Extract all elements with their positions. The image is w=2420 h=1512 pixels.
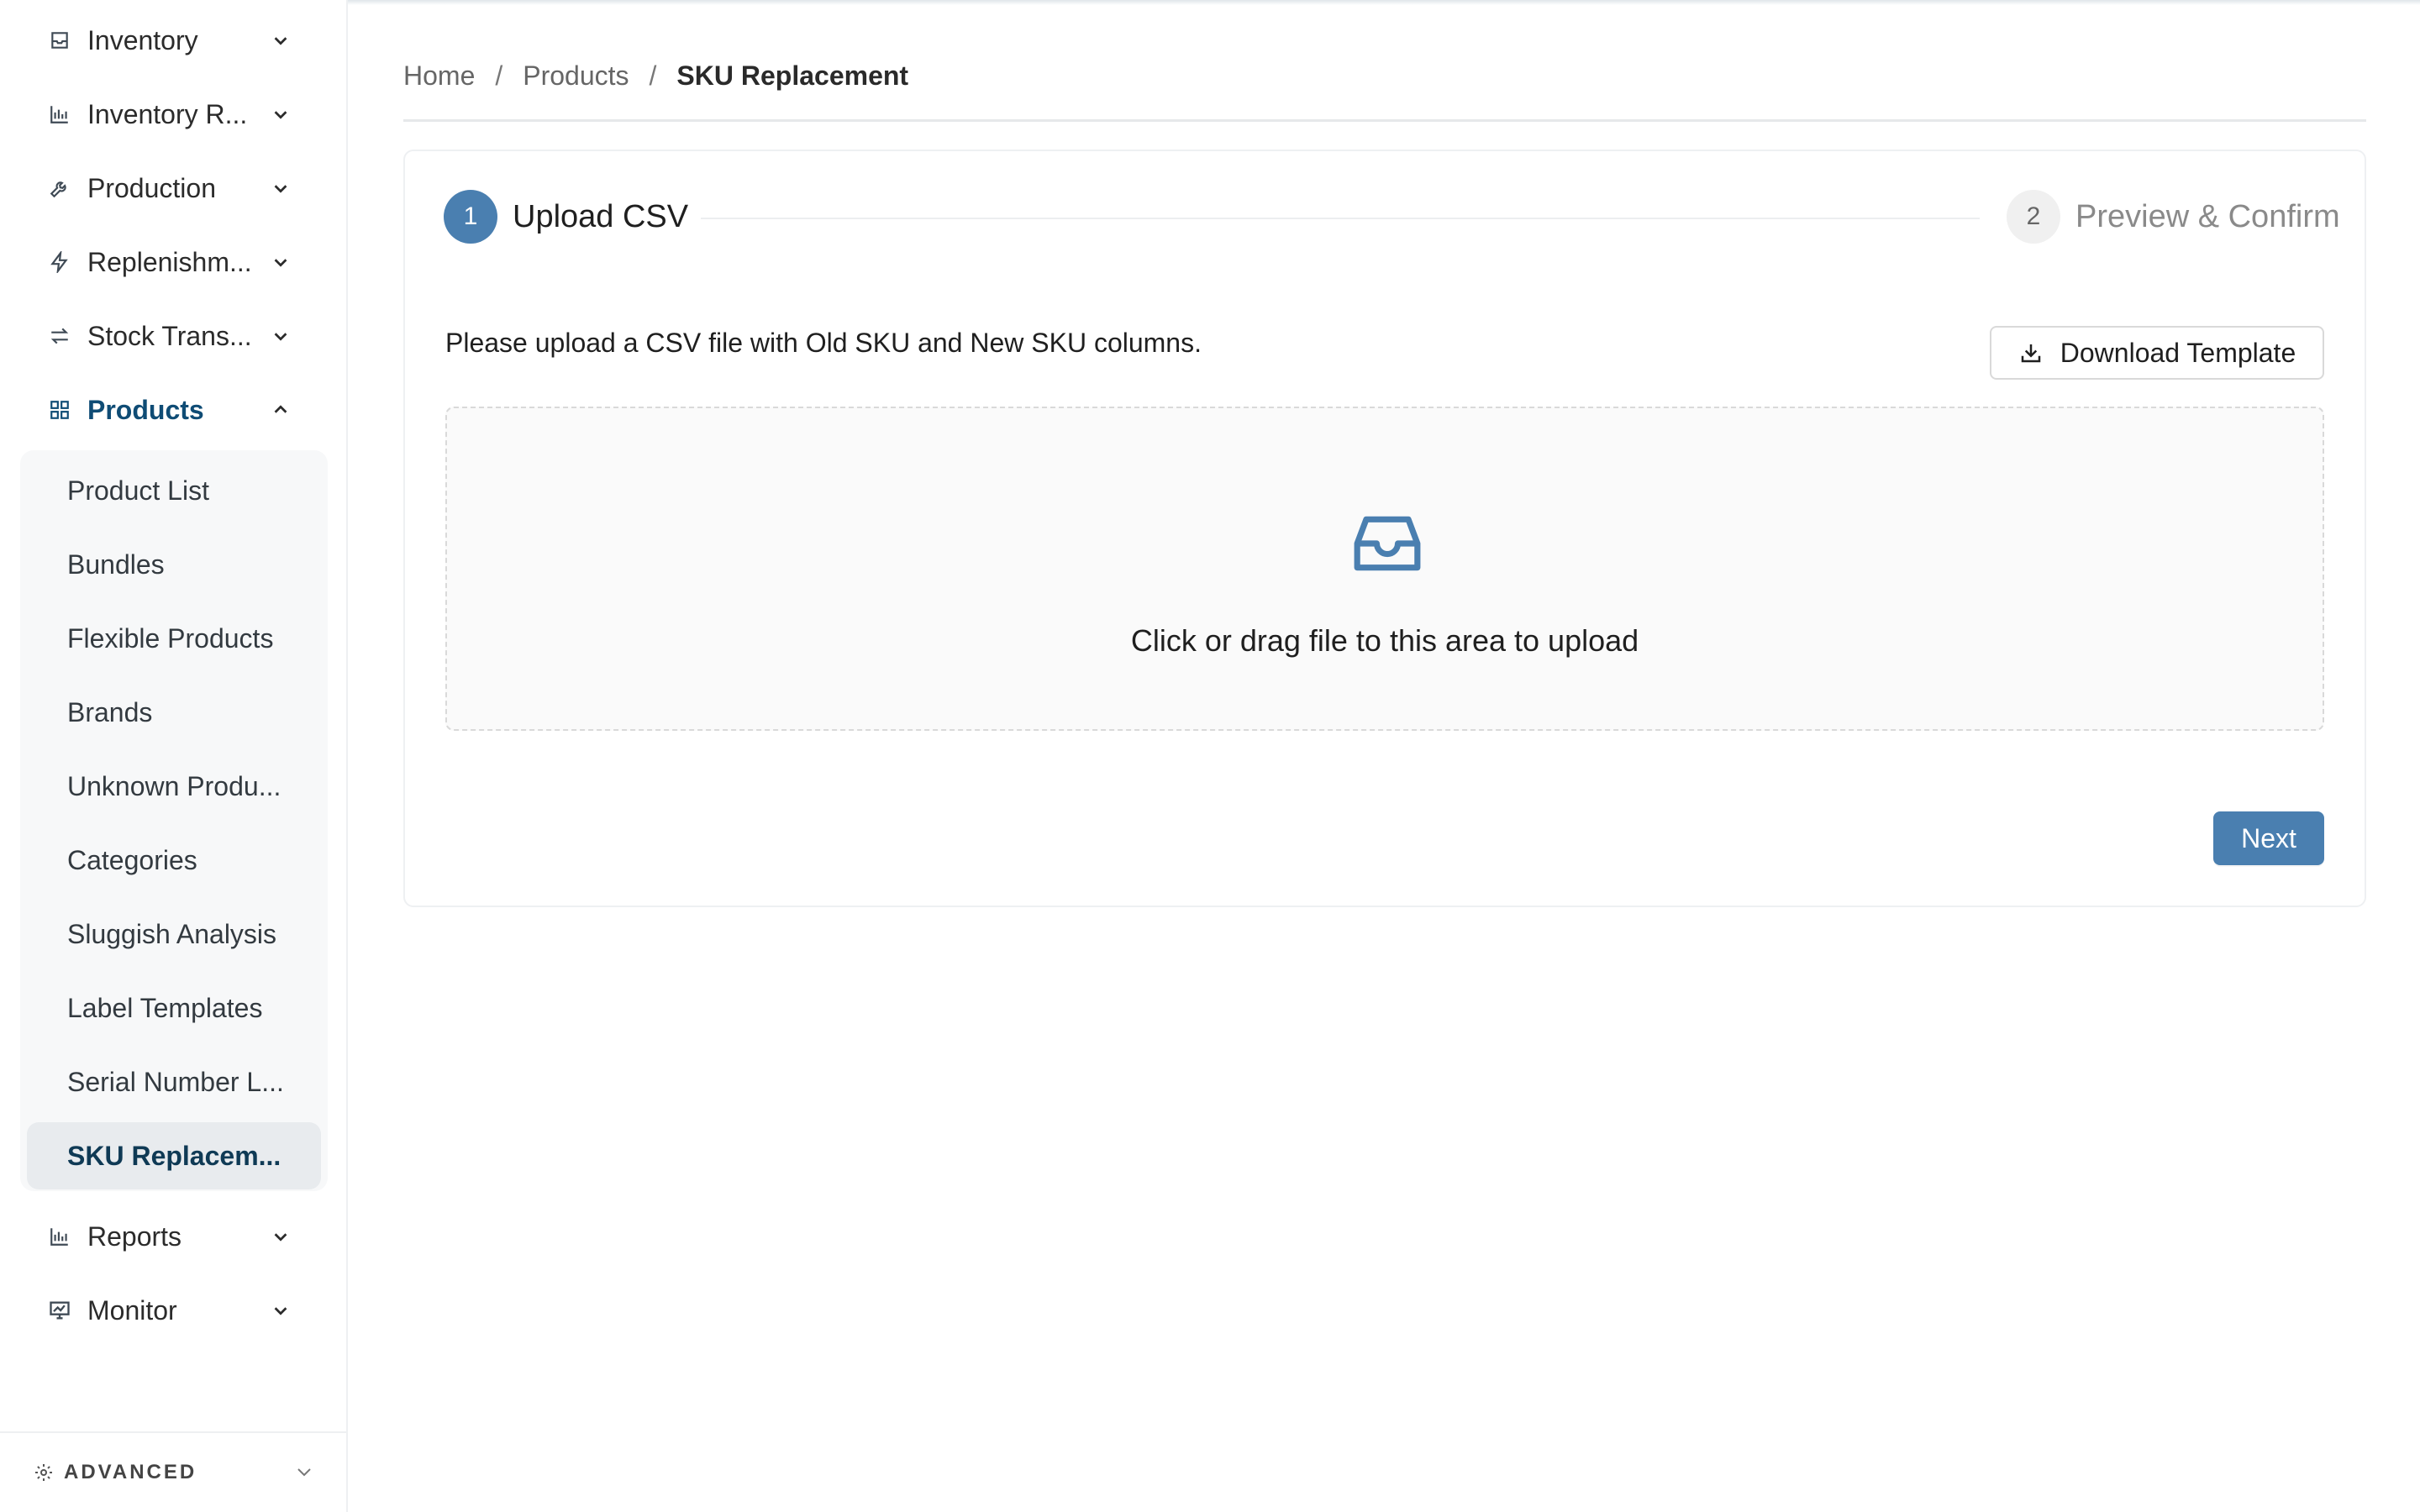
dropzone-text: Click or drag file to this area to uploa… bbox=[1130, 623, 1639, 658]
step-connector bbox=[701, 218, 1980, 219]
sidebar-item-brands[interactable]: Brands bbox=[47, 679, 324, 746]
swap-icon bbox=[47, 323, 72, 349]
chevron-down-icon bbox=[267, 101, 294, 128]
step-upload-csv: 1 Upload CSV bbox=[444, 190, 688, 244]
chevron-down-icon bbox=[294, 1462, 314, 1486]
chevron-down-icon bbox=[267, 175, 294, 202]
sidebar-item-unknown-products[interactable]: Unknown Produ... bbox=[47, 753, 324, 820]
nav-item-label: Reports bbox=[87, 1221, 182, 1252]
file-upload-dropzone[interactable]: Click or drag file to this area to uploa… bbox=[445, 407, 2324, 731]
lightning-icon bbox=[47, 249, 72, 275]
monitor-chart-icon bbox=[47, 1298, 72, 1323]
tool-icon bbox=[47, 176, 72, 201]
download-template-button[interactable]: Download Template bbox=[1990, 326, 2324, 380]
nav-item-label: Production bbox=[87, 172, 216, 203]
nav-item-stock-transfer[interactable]: Stock Trans... bbox=[0, 299, 348, 373]
nav-item-products[interactable]: Products bbox=[0, 373, 348, 447]
advanced-label: ADVANCED bbox=[64, 1461, 197, 1483]
gear-icon bbox=[34, 1462, 55, 1483]
step-number: 1 bbox=[444, 190, 497, 244]
download-icon bbox=[2018, 339, 2047, 367]
upload-instructions: Please upload a CSV file with Old SKU an… bbox=[445, 328, 1202, 358]
sidebar-item-serial-number[interactable]: Serial Number L... bbox=[47, 1048, 324, 1116]
nav-item-label: Stock Trans... bbox=[87, 320, 252, 351]
step-title: Preview & Confirm bbox=[2075, 198, 2340, 234]
sidebar-item-product-list[interactable]: Product List bbox=[47, 457, 324, 524]
sidebar-item-label-templates[interactable]: Label Templates bbox=[47, 974, 324, 1042]
chevron-down-icon bbox=[267, 1223, 294, 1250]
nav-item-label: Inventory bbox=[87, 24, 198, 55]
sidebar-item-categories[interactable]: Categories bbox=[47, 827, 324, 894]
download-template-label: Download Template bbox=[2060, 337, 2296, 368]
nav-item-inventory[interactable]: Inventory bbox=[0, 3, 348, 77]
chevron-down-icon bbox=[267, 249, 294, 276]
nav-item-reports[interactable]: Reports bbox=[0, 1200, 348, 1273]
sidebar-item-sku-replacement[interactable]: SKU Replacem... bbox=[27, 1122, 321, 1189]
bar-chart-icon bbox=[47, 1224, 72, 1249]
breadcrumb: Home / Products / SKU Replacement bbox=[403, 57, 908, 94]
inbox-icon bbox=[47, 28, 72, 53]
nav-item-label: Inventory R... bbox=[87, 98, 248, 129]
step-preview-confirm: 2 Preview & Confirm bbox=[2007, 190, 2340, 244]
nav-item-label: Products bbox=[87, 394, 204, 425]
bar-chart-icon bbox=[47, 102, 72, 127]
inbox-icon bbox=[1351, 507, 1423, 580]
breadcrumb-separator: / bbox=[495, 60, 503, 91]
next-button[interactable]: Next bbox=[2213, 811, 2324, 865]
sidebar-item-bundles[interactable]: Bundles bbox=[47, 531, 324, 598]
breadcrumb-current: SKU Replacement bbox=[676, 60, 909, 91]
chevron-up-icon bbox=[267, 396, 294, 423]
breadcrumb-separator: / bbox=[649, 60, 657, 91]
nav-item-production[interactable]: Production bbox=[0, 151, 348, 225]
divider bbox=[403, 119, 2366, 122]
sidebar: Inventory Inventory R... Production Repl… bbox=[0, 0, 348, 1512]
advanced-section-toggle[interactable]: ADVANCED bbox=[0, 1431, 348, 1512]
breadcrumb-products[interactable]: Products bbox=[523, 60, 629, 92]
step-title: Upload CSV bbox=[513, 198, 689, 234]
sidebar-item-flexible-products[interactable]: Flexible Products bbox=[47, 605, 324, 672]
chevron-down-icon bbox=[267, 27, 294, 54]
sidebar-item-sluggish-analysis[interactable]: Sluggish Analysis bbox=[47, 900, 324, 968]
header-shadow bbox=[348, 0, 2420, 5]
nav-item-label: Replenishm... bbox=[87, 246, 252, 277]
nav-item-label: Monitor bbox=[87, 1294, 177, 1326]
nav-item-inventory-reports[interactable]: Inventory R... bbox=[0, 77, 348, 151]
nav-item-replenishment[interactable]: Replenishm... bbox=[0, 225, 348, 299]
nav-item-monitor[interactable]: Monitor bbox=[0, 1273, 348, 1347]
breadcrumb-home[interactable]: Home bbox=[403, 60, 475, 92]
step-number: 2 bbox=[2007, 190, 2060, 244]
chevron-down-icon bbox=[267, 1297, 294, 1324]
chevron-down-icon bbox=[267, 323, 294, 349]
grid-icon bbox=[47, 397, 72, 423]
